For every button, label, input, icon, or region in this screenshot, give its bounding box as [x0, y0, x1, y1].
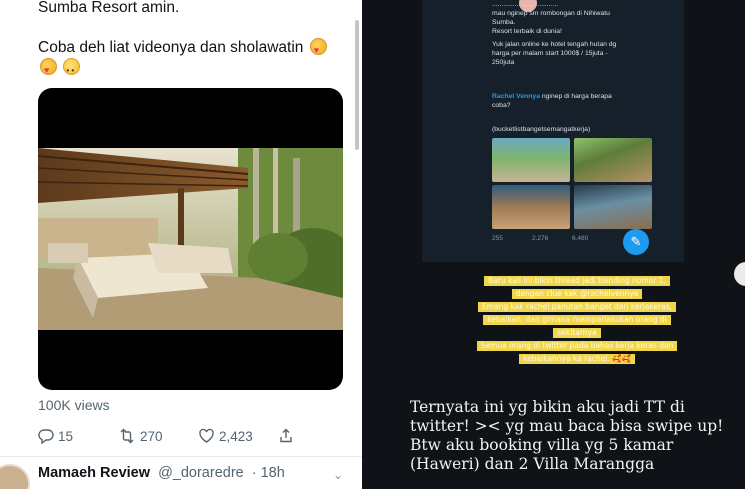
tweet-text-line-1: Sumba Resort amin.	[38, 0, 180, 16]
embed-line: Resort terbaik di dunia!	[492, 28, 562, 35]
embed-line: mau nginep sm rombongan di Nihiwatu	[492, 10, 610, 17]
retweet-icon	[120, 428, 134, 444]
story-caption: Ternyata ini yg bikin aku jadi TT di twi…	[410, 398, 730, 474]
caption-line: Ternyata ini yg bikin aku jadi TT di	[410, 398, 685, 416]
share-button[interactable]	[278, 428, 294, 444]
tweet-panel: Sumba Resort amin. Coba deh liat videony…	[0, 0, 362, 489]
resort-photo	[492, 138, 570, 182]
embed-line: coba?	[492, 102, 511, 109]
embed-line: Sumba.	[492, 19, 516, 26]
highlight-line: kebaikannya ka rachel. 🥰🥰	[519, 354, 635, 364]
heart-icon	[199, 428, 214, 443]
resort-photo	[574, 138, 652, 182]
caption-line: (Haweri) dan 2 Villa Marangga	[410, 455, 655, 473]
embed-like-count: 6.480	[572, 235, 589, 242]
tweet-time: · 18h	[251, 465, 285, 481]
embed-line-rest: nginep di harga berapa	[539, 93, 612, 100]
next-tweet-author[interactable]: Mamaeh Review @_doraredre · 18h	[38, 465, 285, 481]
resort-photo	[574, 185, 652, 229]
share-icon	[280, 428, 292, 443]
tweet-text-body: Coba deh liat videonya dan sholawatin	[38, 39, 304, 56]
embed-hashtag: (bucketlistbangetsemangatkerja)	[492, 126, 591, 133]
embed-text-block-3: Rachel Vennya nginep di harga berapa cob…	[492, 92, 612, 110]
highlight-line: Semua orang di twitter pada bahas kerja …	[476, 341, 678, 351]
reply-button[interactable]: 15	[38, 428, 73, 444]
embed-text-block-2: Yuk jalan online ke hotel tengah hutan d…	[492, 40, 616, 67]
highlight-line: Emang kak rachel panutan banget dari ker…	[477, 302, 677, 312]
embed-text-block-1: ................................... mau …	[492, 0, 610, 36]
reply-count: 15	[58, 428, 74, 444]
highlight-line: sekitarnya	[553, 328, 601, 338]
embed-stats: 255 2.276 6.480	[492, 235, 642, 245]
chevron-down-icon[interactable]: ⌄	[333, 468, 343, 482]
compose-tweet-icon: ✎	[623, 229, 649, 255]
story-panel: ................................... mau …	[362, 0, 745, 489]
avatar[interactable]	[0, 464, 30, 489]
video-player[interactable]	[38, 88, 343, 390]
embed-line: ...................................	[492, 1, 559, 8]
embed-line: 250juta	[492, 59, 515, 66]
embed-photo-grid	[492, 138, 652, 229]
retweet-button[interactable]: 270	[118, 428, 163, 444]
scrollbar[interactable]	[355, 20, 359, 150]
resort-photo	[492, 185, 570, 229]
embed-line: harga per malam start 1000$ / 15juta -	[492, 50, 608, 57]
highlight-line: kebaikan, dan gimana memperlakukan orang…	[483, 315, 671, 325]
embed-line: Yuk jalan online ke hotel tengah hutan d…	[492, 41, 617, 48]
video-thumbnail	[38, 148, 343, 330]
author-handle: @_doraredre	[158, 465, 244, 481]
embed-line: Rachel Vennya nginep di harga berapa	[492, 92, 612, 101]
caption-line: twitter! >< yg mau baca bisa swipe up!	[410, 417, 724, 435]
smiling-face-with-hearts-icon	[40, 58, 57, 80]
view-count: 100K views	[38, 397, 110, 413]
reply-icon	[38, 429, 54, 444]
like-count: 2,423	[219, 428, 253, 444]
tweet-actions: 15 270 2,423	[38, 428, 308, 448]
highlight-line: Baru kali ini bikin thread jadi trending…	[484, 276, 670, 286]
highlight-line: dengan clue kak @rachelvennya	[511, 289, 643, 299]
author-name: Mamaeh Review	[38, 465, 151, 481]
smiling-face-with-hearts-icon	[309, 38, 327, 60]
caption-line: Btw aku booking villa yg 5 kamar	[410, 436, 674, 454]
mention-link: Rachel Vennya	[492, 93, 540, 100]
retweet-count: 270	[140, 428, 163, 444]
pleading-face-icon	[63, 58, 81, 81]
highlighted-caption: Baru kali ini bikin thread jadi trending…	[457, 276, 697, 367]
embed-retweet-count: 2.276	[532, 235, 549, 242]
like-button[interactable]: 2,423	[198, 428, 253, 444]
tweet-text-line-2: Coba deh liat videonya dan sholawatin	[38, 38, 358, 81]
tweet-divider	[0, 456, 362, 457]
embed-reply-count: 255	[492, 235, 503, 242]
